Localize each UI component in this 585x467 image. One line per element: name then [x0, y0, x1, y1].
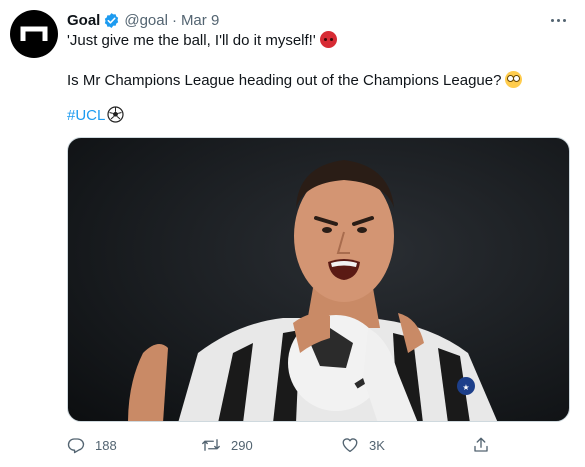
tweet-header: Goal @goal · Mar 9 — [67, 10, 219, 30]
flushed-face-emoji — [505, 71, 523, 88]
header-separator: · — [171, 11, 177, 29]
retweet-button[interactable]: 290 — [201, 430, 253, 460]
tweet-text-question: Is Mr Champions League heading out of th… — [67, 72, 502, 89]
like-button[interactable]: 3K — [341, 430, 385, 460]
angry-face-emoji — [319, 31, 337, 48]
tweet-hashtag-line: #UCL — [67, 106, 124, 126]
verified-badge-icon — [105, 12, 119, 28]
tweet-actions: 188 290 3K — [0, 430, 585, 460]
avatar[interactable] — [10, 10, 58, 58]
svg-text:★: ★ — [462, 383, 469, 392]
hashtag-link[interactable]: #UCL — [67, 107, 105, 124]
share-icon — [474, 437, 488, 452]
tweet-text-line-1: 'Just give me the ball, I'll do it mysel… — [67, 31, 337, 51]
tweet-date[interactable]: Mar 9 — [181, 12, 219, 29]
goal-logo-icon — [20, 26, 48, 41]
tweet-text-line-2: Is Mr Champions League heading out of th… — [67, 71, 523, 91]
share-button[interactable] — [472, 430, 490, 460]
player-photo-illustration: ★ — [128, 160, 498, 421]
more-icon[interactable] — [545, 10, 571, 30]
reply-icon — [67, 438, 85, 454]
tweet-text-quote: 'Just give me the ball, I'll do it mysel… — [67, 32, 316, 49]
reply-count: 188 — [95, 437, 117, 453]
tweet[interactable]: Goal @goal · Mar 9 'Just give me the bal… — [0, 0, 585, 467]
author-handle[interactable]: @goal — [124, 12, 168, 29]
retweet-icon — [202, 439, 220, 451]
reply-button[interactable]: 188 — [67, 430, 117, 460]
like-count: 3K — [369, 437, 385, 453]
tweet-photo[interactable]: ★ — [67, 137, 570, 422]
soccer-ball-emoji — [107, 106, 124, 123]
retweet-count: 290 — [231, 437, 253, 453]
like-icon — [342, 438, 358, 453]
author-name[interactable]: Goal — [67, 12, 100, 29]
